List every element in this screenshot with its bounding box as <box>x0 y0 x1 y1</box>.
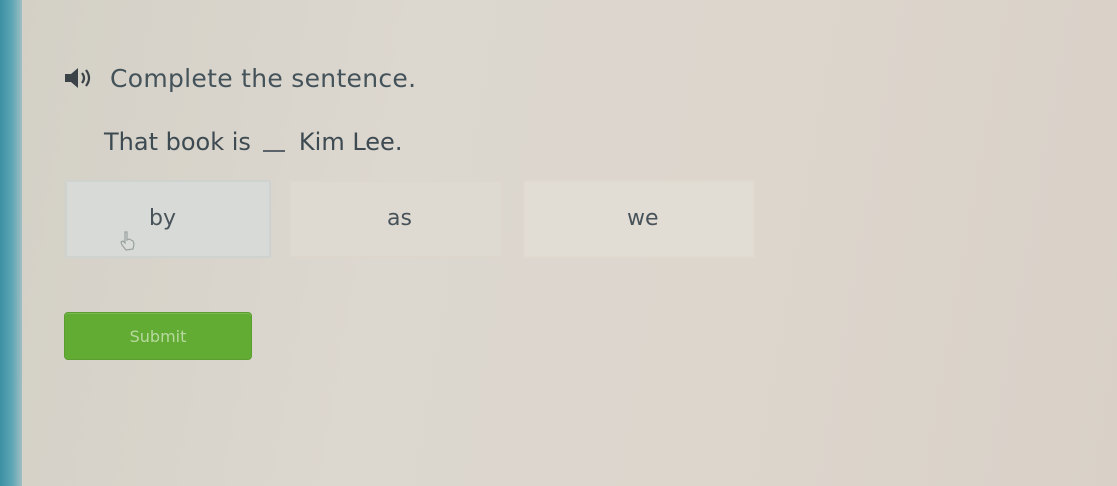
submit-button[interactable]: Submit <box>64 312 252 360</box>
speaker-icon[interactable] <box>62 64 96 92</box>
instruction-text: Complete the sentence. <box>110 63 417 93</box>
choice-label: we <box>627 206 659 231</box>
choice-label: by <box>149 206 176 231</box>
sentence: That book is Kim Lee. <box>104 128 402 156</box>
hand-cursor-icon <box>120 231 135 251</box>
choice-as[interactable]: as <box>289 180 503 258</box>
sentence-after: Kim Lee. <box>298 128 403 156</box>
sentence-blank <box>262 150 285 152</box>
choice-label: as <box>387 206 412 231</box>
instruction-row: Complete the sentence. <box>62 60 416 96</box>
choice-by[interactable]: by <box>65 180 271 258</box>
sentence-before: That book is <box>104 128 251 156</box>
choice-we[interactable]: we <box>523 180 755 258</box>
question-area: Complete the sentence. That book is Kim … <box>0 0 1117 486</box>
